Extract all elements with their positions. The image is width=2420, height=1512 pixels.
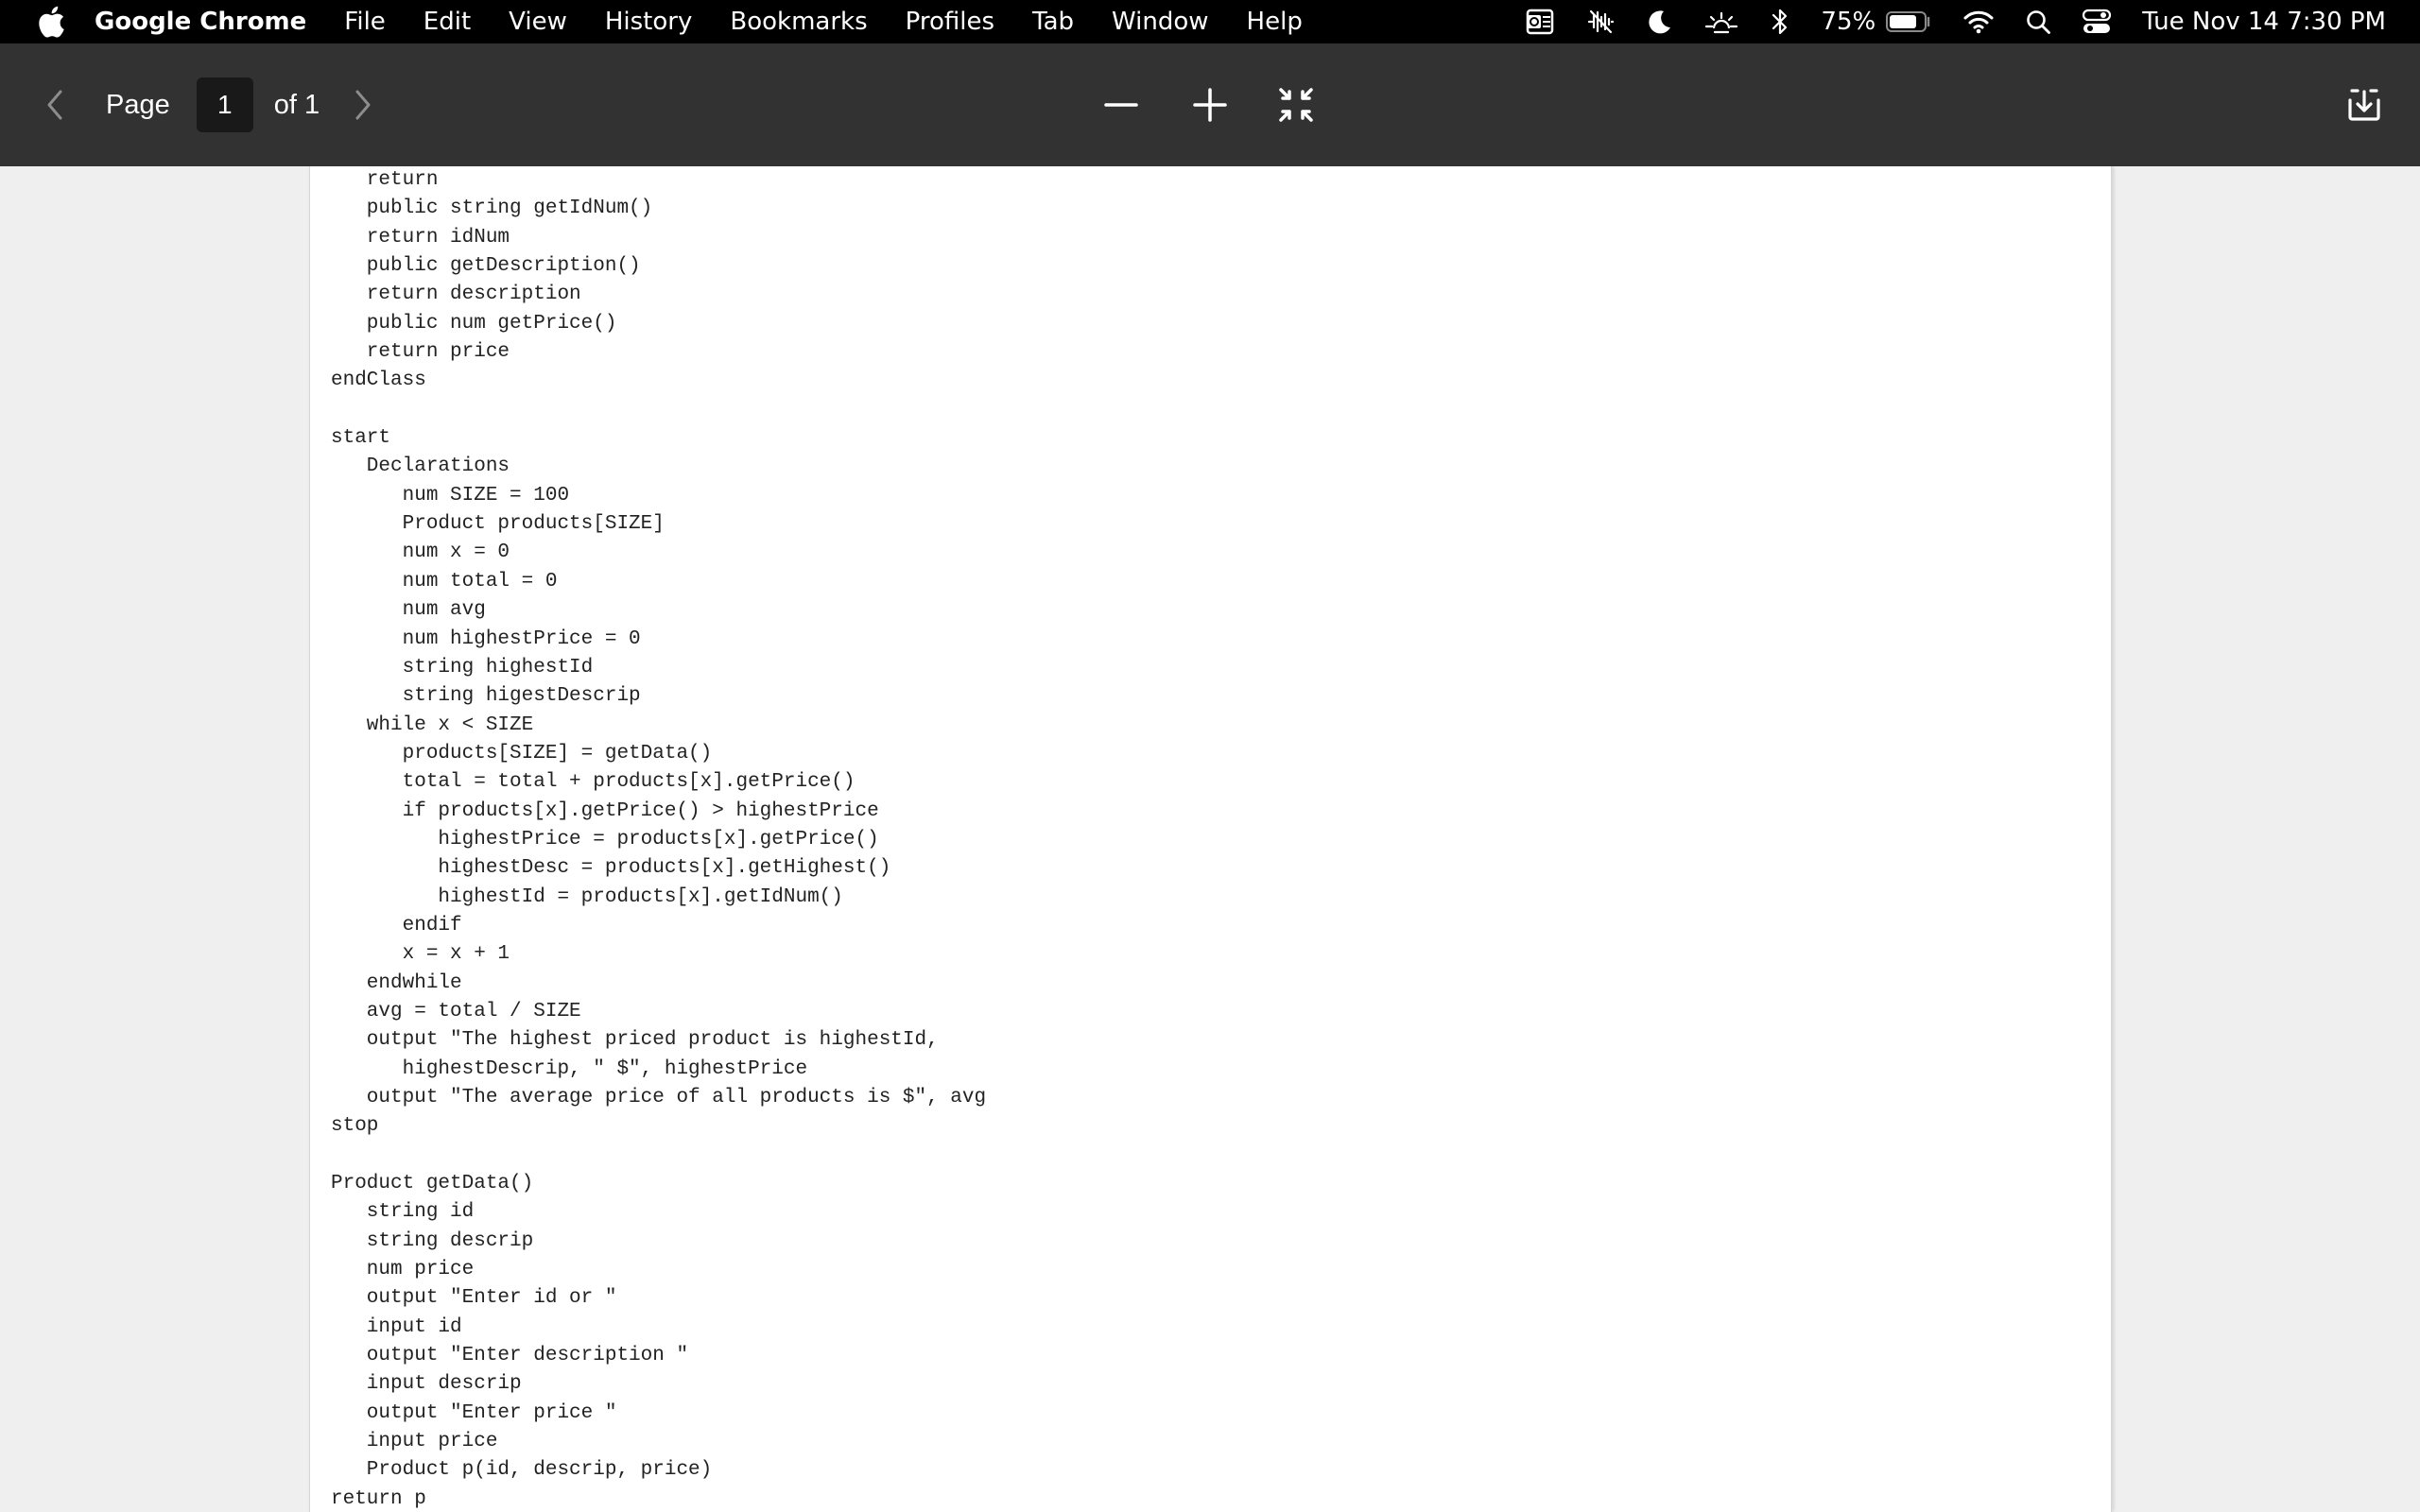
menu-tab[interactable]: Tab (1032, 8, 1074, 36)
code-line: public getDescription() (331, 255, 641, 278)
download-icon (2348, 89, 2380, 121)
code-line: if products[x].getPrice() > highestPrice (331, 799, 879, 822)
zoom-out-button[interactable] (1101, 85, 1141, 125)
macos-menu-bar: Google Chrome File Edit View History Boo… (0, 0, 2420, 43)
code-line: output "Enter id or " (331, 1287, 617, 1310)
fit-to-page-button[interactable] (1277, 86, 1315, 124)
page-label: Page (106, 89, 170, 120)
code-line: highestDescrip, " $", highestPrice (331, 1057, 808, 1080)
code-line: num price (331, 1259, 475, 1281)
download-button[interactable] (2346, 43, 2382, 166)
code-line: return description (331, 284, 581, 306)
code-line: num highestPrice = 0 (331, 627, 641, 650)
fit-page-icon (1279, 88, 1313, 122)
battery-icon[interactable] (1885, 9, 1932, 34)
code-line: string id (331, 1201, 475, 1224)
code-line: highestDesc = products[x].getHighest() (331, 857, 891, 880)
code-line: string higestDescrip (331, 685, 641, 708)
code-line: public string getIdNum() (331, 198, 653, 220)
code-line: output "Enter price " (331, 1401, 617, 1424)
outlook-icon[interactable] (1526, 8, 1556, 36)
control-center-icon[interactable] (2082, 8, 2112, 36)
code-line: string highestId (331, 656, 594, 679)
code-line: total = total + products[x].getPrice() (331, 771, 856, 794)
code-line: Product products[SIZE] (331, 513, 665, 536)
menu-history[interactable]: History (605, 8, 693, 36)
plus-icon (1193, 88, 1227, 122)
code-line: Declarations (331, 455, 510, 478)
code-line: input descrip (331, 1373, 522, 1396)
code-line: products[SIZE] = getData() (331, 742, 713, 765)
code-line: highestId = products[x].getIdNum() (331, 885, 843, 908)
audio-muted-icon[interactable] (1586, 8, 1615, 36)
battery-percentage: 75% (1821, 8, 1876, 36)
code-line: endClass (331, 369, 426, 392)
code-line: stop (331, 1115, 379, 1138)
apple-logo-icon[interactable] (36, 6, 66, 38)
bluetooth-icon[interactable] (1770, 7, 1790, 37)
code-line: return idNum (331, 226, 510, 249)
code-line: input price (331, 1431, 498, 1453)
code-line: return (331, 169, 439, 191)
code-line: return p (331, 1487, 426, 1510)
code-line: Product getData() (331, 1173, 534, 1195)
do-not-disturb-moon-icon[interactable] (1645, 8, 1673, 36)
menu-file[interactable]: File (344, 8, 386, 36)
previous-page-button[interactable] (43, 86, 68, 124)
code-line: highestPrice = products[x].getPrice() (331, 828, 879, 850)
page-navigation: Page 1 of 1 (43, 43, 374, 166)
clock-datetime[interactable]: Tue Nov 14 7:30 PM (2142, 8, 2386, 36)
code-line: num x = 0 (331, 541, 510, 564)
night-shift-icon[interactable] (1703, 8, 1739, 36)
pseudocode-text: return public string getIdNum() return i… (331, 166, 986, 1512)
page-total: of 1 (273, 89, 320, 120)
status-area: 75% Tue Nov 14 7:30 PM (1495, 0, 2386, 43)
code-line: input id (331, 1315, 462, 1338)
chevron-left-icon (47, 90, 62, 120)
next-page-button[interactable] (350, 86, 374, 124)
code-line: num total = 0 (331, 570, 558, 593)
menu-app-name[interactable]: Google Chrome (95, 8, 306, 36)
menu-window[interactable]: Window (1112, 8, 1209, 36)
code-line: start (331, 427, 391, 450)
wifi-icon[interactable] (1962, 9, 1995, 35)
page-number-input[interactable]: 1 (196, 77, 253, 132)
menu-view[interactable]: View (509, 8, 567, 36)
menu-edit[interactable]: Edit (424, 8, 471, 36)
code-line: public num getPrice() (331, 312, 617, 335)
code-line: output "The highest priced product is hi… (331, 1029, 939, 1052)
code-line: avg = total / SIZE (331, 1000, 581, 1022)
menu-profiles[interactable]: Profiles (906, 8, 994, 36)
code-line: x = x + 1 (331, 943, 510, 966)
code-line: endif (331, 914, 462, 936)
code-line: num SIZE = 100 (331, 484, 570, 507)
code-line: return price (331, 341, 510, 364)
pdf-page: return public string getIdNum() return i… (309, 166, 2112, 1512)
menu-bookmarks[interactable]: Bookmarks (730, 8, 867, 36)
code-line: output "The average price of all product… (331, 1087, 987, 1108)
spotlight-search-icon[interactable] (2025, 9, 2051, 35)
code-line: num avg (331, 599, 486, 622)
pdf-toolbar: Page 1 of 1 (0, 43, 2420, 166)
code-line: while x < SIZE (331, 713, 534, 736)
code-line: output "Enter description " (331, 1345, 689, 1367)
pdf-viewer[interactable]: return public string getIdNum() return i… (0, 166, 2420, 1512)
code-line: endwhile (331, 971, 462, 994)
menu-help[interactable]: Help (1247, 8, 1303, 36)
code-line: string descrip (331, 1229, 534, 1252)
minus-icon (1104, 103, 1138, 107)
zoom-in-button[interactable] (1190, 85, 1230, 125)
code-line: Product p(id, descrip, price) (331, 1459, 713, 1482)
chevron-right-icon (355, 90, 371, 120)
zoom-controls (1101, 43, 1315, 166)
